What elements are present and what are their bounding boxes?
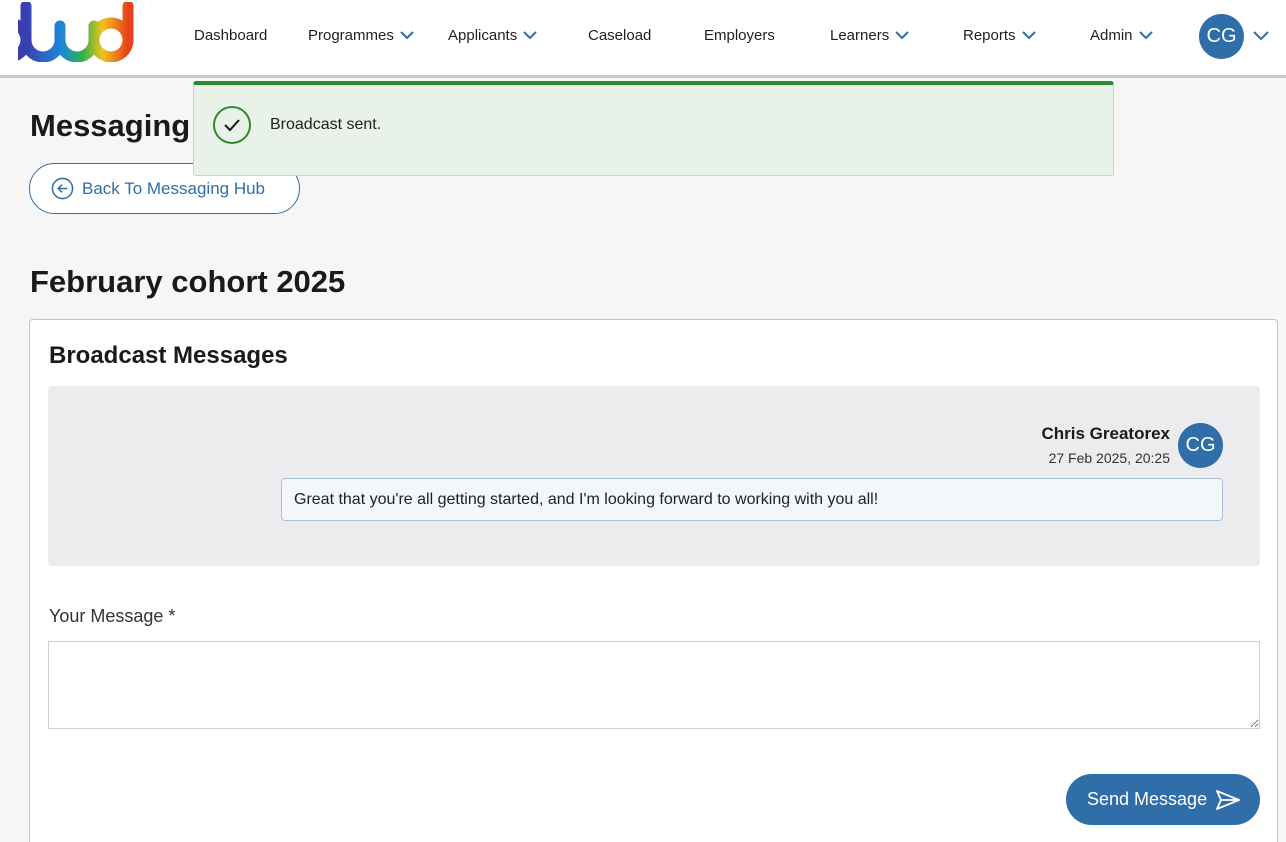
message-field-label: Your Message * <box>49 606 176 626</box>
nav-reports[interactable]: Reports <box>963 24 1036 46</box>
nav-label: Programmes <box>308 26 394 44</box>
nav-label: Reports <box>963 26 1016 44</box>
chevron-down-icon <box>1138 31 1153 40</box>
check-circle-icon <box>213 106 251 144</box>
send-message-button[interactable]: Send Message <box>1066 774 1260 825</box>
cohort-title: February cohort 2025 <box>30 264 346 299</box>
nav-label: Admin <box>1090 26 1133 44</box>
back-button-label: Back To Messaging Hub <box>82 178 266 198</box>
nav-caseload[interactable]: Caseload <box>588 24 651 46</box>
send-icon <box>1216 789 1240 810</box>
chevron-down-icon <box>400 31 414 40</box>
success-toast: Broadcast sent. <box>193 81 1114 176</box>
bud-logo[interactable] <box>18 2 144 62</box>
chevron-down-icon <box>523 31 537 40</box>
message-bubble: Great that you're all getting started, a… <box>281 478 1223 521</box>
message-thread[interactable]: Chris Greatorex 27 Feb 2025, 20:25 CG Gr… <box>48 386 1260 566</box>
top-navbar: Dashboard Programmes Applicants Caseload… <box>0 0 1286 78</box>
nav-dashboard[interactable]: Dashboard <box>194 24 267 46</box>
nav-label: Employers <box>704 26 775 44</box>
nav-employers[interactable]: Employers <box>704 24 775 46</box>
nav-label: Dashboard <box>194 26 268 44</box>
nav-admin[interactable]: Admin <box>1090 24 1153 46</box>
broadcast-title: Broadcast Messages <box>49 342 288 369</box>
message-sender: Chris Greatorex <box>1041 424 1171 443</box>
chevron-down-icon <box>1021 31 1036 40</box>
user-avatar[interactable]: CG <box>1199 14 1244 59</box>
toast-message: Broadcast sent. <box>270 116 382 133</box>
message-timestamp: 27 Feb 2025, 20:25 <box>1048 450 1170 466</box>
nav-label: Applicants <box>448 26 518 44</box>
chevron-down-icon <box>895 31 909 40</box>
nav-label: Learners <box>830 26 890 44</box>
arrow-left-circle-icon <box>51 177 74 200</box>
nav-label: Caseload <box>588 26 652 44</box>
sender-avatar: CG <box>1178 423 1223 468</box>
nav-programmes[interactable]: Programmes <box>308 24 414 46</box>
nav-applicants[interactable]: Applicants <box>448 24 537 46</box>
send-button-label: Send Message <box>1087 789 1208 809</box>
message-textarea[interactable] <box>48 641 1260 729</box>
nav-learners[interactable]: Learners <box>830 24 909 46</box>
broadcast-card: Broadcast Messages Chris Greatorex 27 Fe… <box>29 319 1278 842</box>
user-menu-chevron-icon[interactable] <box>1253 30 1269 41</box>
